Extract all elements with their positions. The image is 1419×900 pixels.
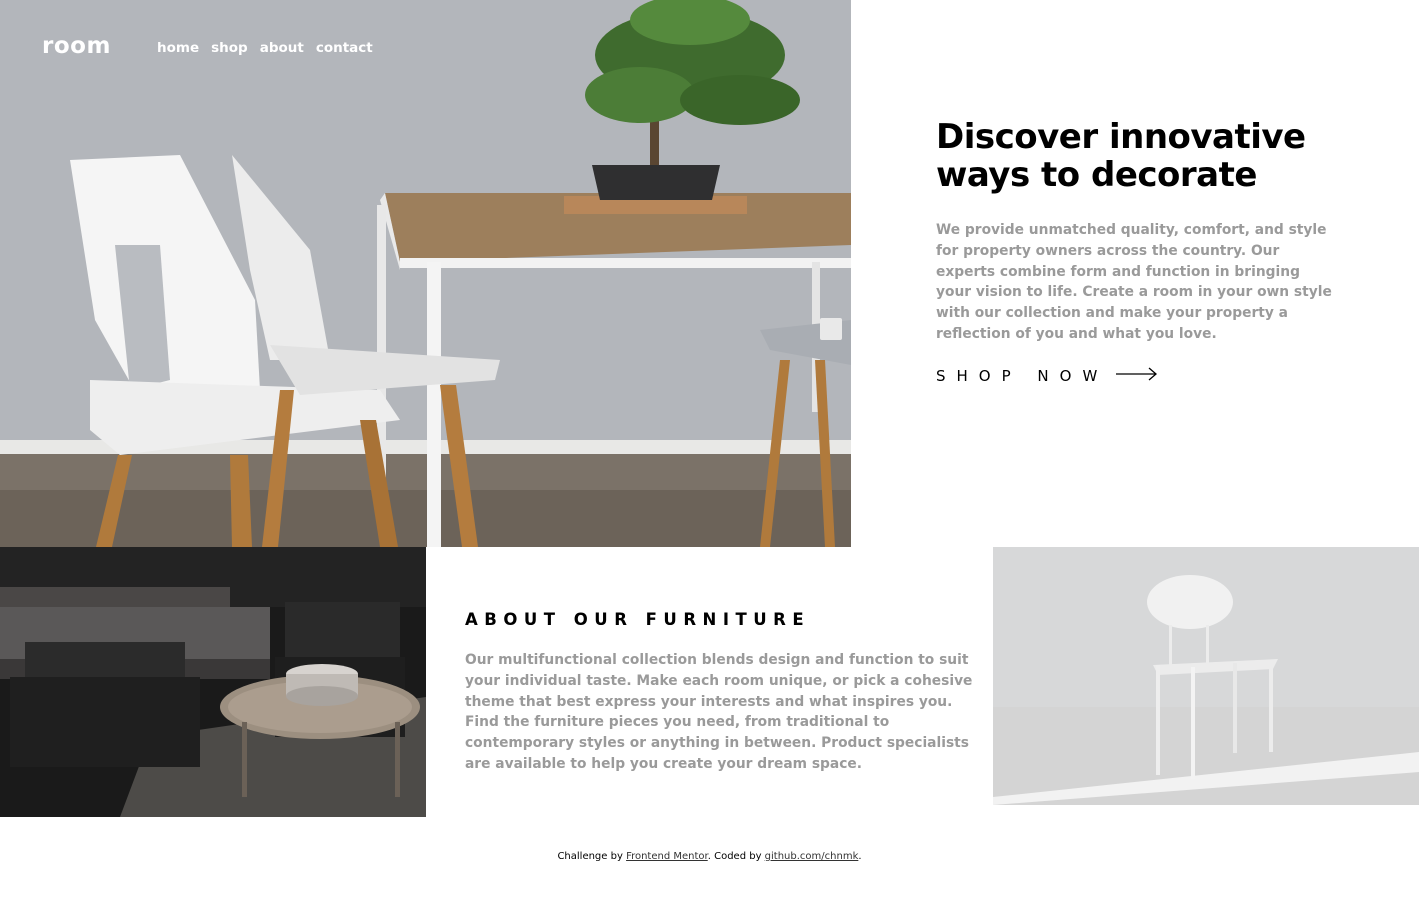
nav-shop[interactable]: shop [211, 40, 248, 60]
nav-contact[interactable]: contact [316, 40, 373, 60]
nav-home[interactable]: home [157, 40, 199, 60]
hero-title-line2: ways to decorate [936, 155, 1257, 195]
attribution-suffix: . [858, 851, 862, 862]
arrow-right-icon [1116, 367, 1158, 385]
about-title: ABOUT OUR FURNITURE [465, 610, 811, 629]
attribution-prefix: Challenge by [557, 851, 627, 862]
nav-about[interactable]: about [260, 40, 304, 60]
hero-image: room home shop about contact [0, 0, 851, 547]
dark-photo-illustration [0, 547, 426, 817]
shop-now-button[interactable]: SHOP NOW [936, 367, 1336, 385]
shop-now-label: SHOP NOW [936, 366, 1109, 385]
attribution: Challenge by Frontend Mentor. Coded by g… [0, 851, 1419, 862]
github-link[interactable]: github.com/chnmk [765, 851, 859, 862]
about-description: Our multifunctional collection blends de… [465, 652, 973, 772]
hero-title: Discover innovative ways to decorate [936, 118, 1336, 194]
hero-description: We provide unmatched quality, comfort, a… [936, 222, 1332, 342]
light-photo-illustration [993, 547, 1419, 805]
attribution-middle: . Coded by [707, 851, 765, 862]
hero-title-line1: Discover innovative [936, 117, 1306, 157]
frontend-mentor-link[interactable]: Frontend Mentor [626, 851, 708, 862]
hero-photo-illustration [0, 0, 851, 547]
about-section: ABOUT OUR FURNITURE Our multifunctional … [465, 610, 980, 775]
hero-content: Discover innovative ways to decorate We … [936, 118, 1336, 385]
dark-furniture-image [0, 547, 426, 817]
main-nav: home shop about contact [157, 40, 385, 60]
white-chair-image [993, 547, 1419, 805]
logo[interactable]: room [42, 33, 111, 59]
